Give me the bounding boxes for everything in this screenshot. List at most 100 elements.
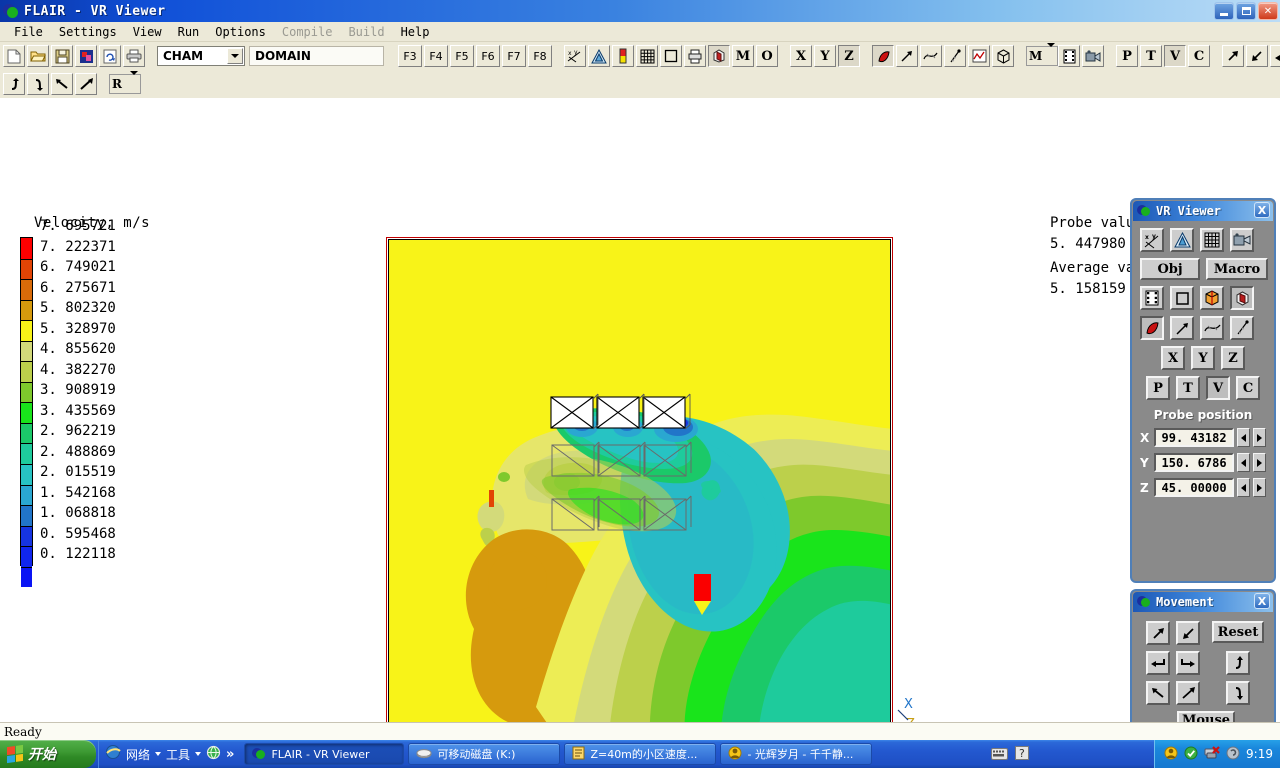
probe-z-input[interactable]: 45. 00000	[1154, 478, 1234, 497]
var-p-button[interactable]: P	[1116, 45, 1138, 67]
filled-contour-icon[interactable]	[872, 45, 894, 67]
fkey-f4-button[interactable]: F4	[424, 45, 448, 67]
filled-contour-icon[interactable]	[1140, 316, 1164, 340]
shield-icon[interactable]	[1226, 745, 1240, 764]
taskbar-item-removable-disk[interactable]: 可移动磁盘 (K:)	[408, 743, 560, 765]
reset-button[interactable]: Reset	[1212, 621, 1264, 643]
chevron-down-icon[interactable]	[1047, 47, 1055, 66]
axis-x-button[interactable]: X	[790, 45, 812, 67]
rotate-down-icon[interactable]	[1226, 681, 1250, 705]
probe-z-increment-button[interactable]	[1253, 478, 1266, 497]
open-folder-icon[interactable]	[27, 45, 49, 67]
quicklaunch-tools-label[interactable]: 工具	[166, 746, 190, 763]
axis-y-button[interactable]: Y	[814, 45, 836, 67]
panel-axis-y-button[interactable]: Y	[1191, 346, 1215, 370]
chevron-down-icon[interactable]	[155, 752, 161, 756]
case-name-combo[interactable]: CHAM	[157, 46, 245, 66]
zoom-in-arrow-icon[interactable]	[1222, 45, 1244, 67]
minimize-button[interactable]	[1214, 2, 1234, 20]
fkey-f7-button[interactable]: F7	[502, 45, 526, 67]
film-strip-icon[interactable]	[1058, 45, 1080, 67]
rotate-up-icon[interactable]	[3, 73, 25, 95]
help-ime-icon[interactable]: ?	[1015, 745, 1029, 764]
probe-x-increment-button[interactable]	[1253, 428, 1266, 447]
vector-arrow-icon[interactable]	[896, 45, 918, 67]
numbers-icon[interactable]: xy	[1140, 228, 1164, 252]
var-t-button[interactable]: T	[1140, 45, 1162, 67]
probe-y-decrement-button[interactable]	[1237, 453, 1250, 472]
tilt-forward-icon[interactable]	[75, 73, 97, 95]
grid-mesh-icon[interactable]	[1200, 228, 1224, 252]
chevron-down-icon[interactable]	[227, 48, 243, 64]
menu-view[interactable]: View	[125, 24, 170, 40]
menu-o-button[interactable]: O	[756, 45, 778, 67]
fkey-f3-button[interactable]: F3	[398, 45, 422, 67]
rotate-up-icon[interactable]	[1226, 651, 1250, 675]
particle-track-icon[interactable]	[1230, 316, 1254, 340]
rotate-left-icon[interactable]	[1270, 45, 1280, 67]
var-c-button[interactable]: C	[1188, 45, 1210, 67]
internet-explorer-icon[interactable]	[105, 744, 121, 764]
axes-xyz-icon[interactable]: xy	[564, 45, 586, 67]
menu-m-button[interactable]: M	[732, 45, 754, 67]
restore-button[interactable]	[1236, 2, 1256, 20]
colorbar-icon[interactable]	[612, 45, 634, 67]
panel-axis-x-button[interactable]: X	[1161, 346, 1185, 370]
globe-icon[interactable]	[206, 745, 221, 764]
panel-var-t-button[interactable]: T	[1176, 376, 1200, 400]
taskbar-item-flair[interactable]: FLAIR - VR Viewer	[244, 743, 404, 765]
keyboard-ime-icon[interactable]	[991, 745, 1008, 764]
chevron-down-icon[interactable]	[195, 752, 201, 756]
move-down-left-icon[interactable]	[1176, 621, 1200, 645]
move-down-icon[interactable]	[1146, 681, 1170, 705]
contour-cone-icon[interactable]	[588, 45, 610, 67]
panel-axis-z-button[interactable]: Z	[1221, 346, 1245, 370]
r-mode-combo[interactable]: R	[109, 74, 141, 94]
move-up-icon[interactable]	[1176, 681, 1200, 705]
tilt-back-icon[interactable]	[51, 73, 73, 95]
probe-z-decrement-button[interactable]	[1237, 478, 1250, 497]
menu-file[interactable]: File	[6, 24, 51, 40]
iso-surface-icon[interactable]	[992, 45, 1014, 67]
refresh-page-icon[interactable]	[99, 45, 121, 67]
probe-x-input[interactable]: 99. 43182	[1154, 428, 1234, 447]
fkey-f5-button[interactable]: F5	[450, 45, 474, 67]
printer-plot-icon[interactable]	[684, 45, 706, 67]
streamline-icon[interactable]	[920, 45, 942, 67]
close-button[interactable]: ✕	[1258, 2, 1278, 20]
vector-arrow-icon[interactable]	[1170, 316, 1194, 340]
domain-field[interactable]: DOMAIN	[249, 46, 384, 66]
panel-var-v-button[interactable]: V	[1206, 376, 1230, 400]
solid-object-icon[interactable]	[708, 45, 730, 67]
mode-combo[interactable]: M	[1026, 46, 1058, 66]
fkey-f6-button[interactable]: F6	[476, 45, 500, 67]
menu-help[interactable]: Help	[393, 24, 438, 40]
quicklaunch-network-label[interactable]: 网络	[126, 746, 150, 763]
taskbar-item-music-player[interactable]: - 光辉岁月 - 千千静...	[720, 743, 872, 765]
menu-run[interactable]: Run	[170, 24, 208, 40]
image-icon[interactable]	[75, 45, 97, 67]
wireframe-cube-icon[interactable]	[1200, 286, 1224, 310]
media-player-icon[interactable]	[1164, 745, 1178, 764]
var-v-button[interactable]: V	[1164, 45, 1186, 67]
movement-panel[interactable]: Movement X Reset	[1130, 589, 1276, 742]
rotate-down-icon[interactable]	[27, 73, 49, 95]
panel-var-p-button[interactable]: P	[1146, 376, 1170, 400]
move-up-right-icon[interactable]	[1146, 621, 1170, 645]
viewer-canvas[interactable]: Velocity, m/s 7. 6957217. 2223716. 74902…	[0, 98, 1280, 722]
contour-cone-icon[interactable]	[1170, 228, 1194, 252]
taskbar-item-document[interactable]: Z=40m的小区速度...	[564, 743, 716, 765]
chevron-down-icon[interactable]	[130, 75, 138, 94]
menu-options[interactable]: Options	[207, 24, 274, 40]
camera-icon[interactable]	[1230, 228, 1254, 252]
probe-y-increment-button[interactable]	[1253, 453, 1266, 472]
move-left-icon[interactable]	[1146, 651, 1170, 675]
save-disk-icon[interactable]	[51, 45, 73, 67]
new-document-icon[interactable]	[3, 45, 25, 67]
solid-object-icon[interactable]	[1230, 286, 1254, 310]
probe-y-input[interactable]: 150. 6786	[1154, 453, 1234, 472]
fkey-f8-button[interactable]: F8	[528, 45, 552, 67]
film-strip-icon[interactable]	[1140, 286, 1164, 310]
particle-track-icon[interactable]	[944, 45, 966, 67]
menu-settings[interactable]: Settings	[51, 24, 125, 40]
